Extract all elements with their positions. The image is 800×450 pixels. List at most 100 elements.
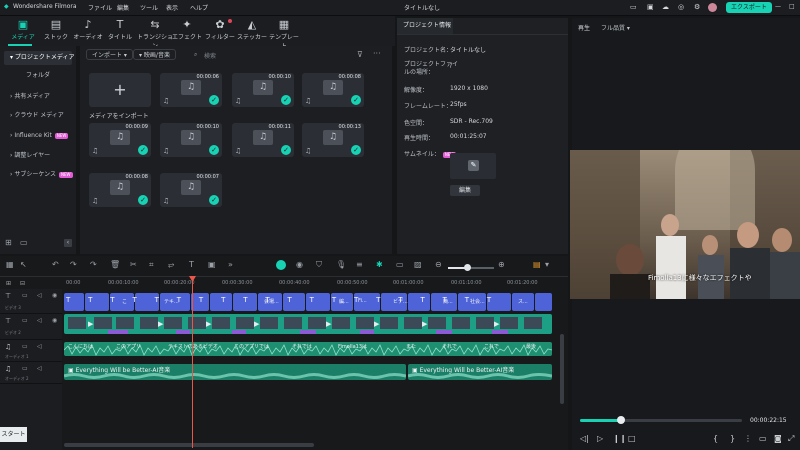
add-track-icon[interactable]: ⊞ [6,280,11,287]
tab-templates[interactable]: ▦テンプレート [267,18,301,50]
more-options-icon[interactable]: ⋮ [744,434,752,443]
tab-stickers[interactable]: ◭ ステッカー [235,18,269,44]
picture-icon[interactable]: ▨ [414,260,422,269]
tab-titles[interactable]: T タイトル [103,18,137,44]
zoom-in-icon[interactable]: ⊕ [498,260,505,269]
tab-playback[interactable]: 再生 [578,23,590,32]
collapse-panel-icon[interactable]: ‹ [64,239,72,247]
sidebar-item-cloud-media[interactable]: › クラウド メディア [4,109,72,123]
thumbnail-box[interactable]: ✎ [450,153,496,179]
minimize-icon[interactable]: — [775,3,781,10]
tab-stock[interactable]: ▤ ストック [39,18,73,44]
sidebar-item-folder[interactable]: フォルダ [4,69,72,83]
tab-media[interactable]: ▣ メディア [6,18,40,44]
sidebar-item-subsequence[interactable]: › サブシーケンス NEW [4,168,73,182]
menu-view[interactable]: 表示 [166,3,178,12]
redo-alt-icon[interactable]: ↷ [90,260,97,269]
folder-icon[interactable]: ▭ [22,365,28,372]
video-preview[interactable]: Fimolla13に様々なエフェクトや [570,150,800,299]
fullscreen-icon[interactable]: ⤢ [788,434,794,444]
track-lock-icon[interactable]: ⊤ [5,317,11,325]
playhead[interactable] [192,278,193,448]
stop-icon[interactable]: □ [628,434,636,443]
mute-icon[interactable]: ◁ [37,292,42,299]
export-button[interactable]: エクスポート [726,2,772,13]
music-clip[interactable]: ▣ Everything Will be Better-AI音楽 [408,364,552,380]
media-thumbnail[interactable]: 00:00:06 ♫ ♫ ✓ [160,73,222,107]
more-options-icon[interactable]: ··· [373,49,381,58]
zoom-slider[interactable] [448,264,494,271]
menu-tools[interactable]: ツール [140,3,158,12]
ai-icon[interactable]: ✱ [376,260,383,269]
mute-icon[interactable]: ◁ [37,317,42,324]
media-thumbnail[interactable]: 00:00:07 ♫ ♫ ✓ [160,173,222,207]
render-icon[interactable] [276,260,286,270]
tab-audio[interactable]: ♪ オーディオ [71,18,105,44]
search-input[interactable]: 検索 [204,51,216,60]
playback-scrubber-handle[interactable] [616,416,625,424]
avatar[interactable] [708,3,717,12]
grid-icon[interactable]: ▦ [6,260,14,269]
playback-progress-track[interactable] [580,416,742,424]
voiceover-icon[interactable]: ≡ [356,260,363,269]
shield-icon[interactable]: ⛉ [316,260,322,270]
crop-icon[interactable]: ⌗ [149,260,154,270]
sidebar-item-shared-media[interactable]: › 共有メディア [4,90,72,104]
snapshot-icon[interactable]: ◙ [774,434,782,443]
undo-icon[interactable]: ↶ [52,260,59,269]
media-thumbnail[interactable]: 00:00:10 ♫ ♫ ✓ [232,73,294,107]
text-tool-icon[interactable]: T [189,260,194,269]
speed-icon[interactable]: ⥂ [168,260,174,270]
sidebar-item-influence-kit[interactable]: › Influence Kit NEW [4,129,72,143]
import-dropdown[interactable]: インポート ▾ [86,49,133,60]
maximize-icon[interactable]: □ [789,3,795,10]
folder-icon[interactable]: ▭ [20,238,28,247]
pause-icon[interactable]: ❙❙ [613,434,626,443]
display-icon[interactable]: ▭ [759,434,767,443]
timeline-vertical-scrollbar[interactable] [560,334,564,404]
eye-icon[interactable]: ◉ [52,317,57,324]
tab-filters[interactable]: ✿ フィルター [203,18,237,44]
media-thumbnail[interactable]: 00:00:11 ♫ ♫ ✓ [232,123,294,157]
audio-clip-strip[interactable]: こんにちは このアプリ テキストのあるビデオ このアプリでは それでは Fimo… [63,342,553,356]
timeline-horizontal-scrollbar[interactable] [64,443,314,447]
title-clip[interactable]: ス... [512,293,534,311]
menu-edit[interactable]: 編集 [117,3,129,12]
title-clip[interactable] [535,293,552,311]
select-tool-icon[interactable]: ↖ [20,260,27,269]
eye-icon[interactable]: ◉ [52,292,57,299]
previous-frame-icon[interactable]: ◁| [580,434,589,443]
mark-out-icon[interactable]: } [730,434,735,443]
link-icon[interactable]: ⊟ [20,280,25,287]
media-thumbnail[interactable]: 00:00:09 ♫ ♫ ✓ [89,123,151,157]
zoom-out-icon[interactable]: ⊖ [435,260,442,269]
music-clip[interactable]: ▣ Everything Will be Better-AI音楽 [64,364,406,380]
media-thumbnail[interactable]: 00:00:13 ♫ ♫ ✓ [302,123,364,157]
tab-effects[interactable]: ✦ エフェクト [170,18,204,44]
play-range-icon[interactable]: ◉ [296,260,303,269]
volume-icon[interactable]: ◁ [37,365,42,372]
video-track-clips[interactable]: ▶ ▶ ▶ ▶ ▶ ▶ ▶ ▶ [64,314,552,334]
sidebar-item-project-media[interactable]: ▾ プロジェクトメディア [4,51,75,65]
mark-in-icon[interactable]: { [713,434,718,443]
delete-icon[interactable]: 🗑 [110,260,120,269]
track-lock-icon[interactable]: ⊤ [5,292,11,300]
edit-thumbnail-button[interactable]: 編集 [450,185,480,196]
menu-file[interactable]: ファイル [88,3,112,12]
redo-icon[interactable]: ↷ [70,260,77,269]
folder-icon[interactable]: ▭ [22,343,28,350]
microphone-icon[interactable]: 🎙 [336,260,346,269]
volume-icon[interactable]: ◁ [37,343,42,350]
settings-icon[interactable]: ⚙ [694,3,700,11]
media-thumbnail[interactable]: 00:00:10 ♫ ♫ ✓ [160,123,222,157]
folder-icon[interactable]: ▭ [22,292,28,299]
tab-transitions[interactable]: ⇆トランジション [136,18,174,50]
split-icon[interactable]: ✂ [130,260,137,269]
cloud-icon[interactable]: ☁ [662,3,669,11]
media-filter-dropdown[interactable]: ▾ 映画/音楽 [133,49,176,60]
subtitle-icon[interactable]: ▭ [396,260,404,269]
folder-icon[interactable]: ▭ [22,317,28,324]
quality-dropdown[interactable]: フル品質 ▾ [601,23,630,32]
zoom-slider-handle[interactable] [464,264,471,271]
filter-icon[interactable]: ⊽ [357,50,363,59]
